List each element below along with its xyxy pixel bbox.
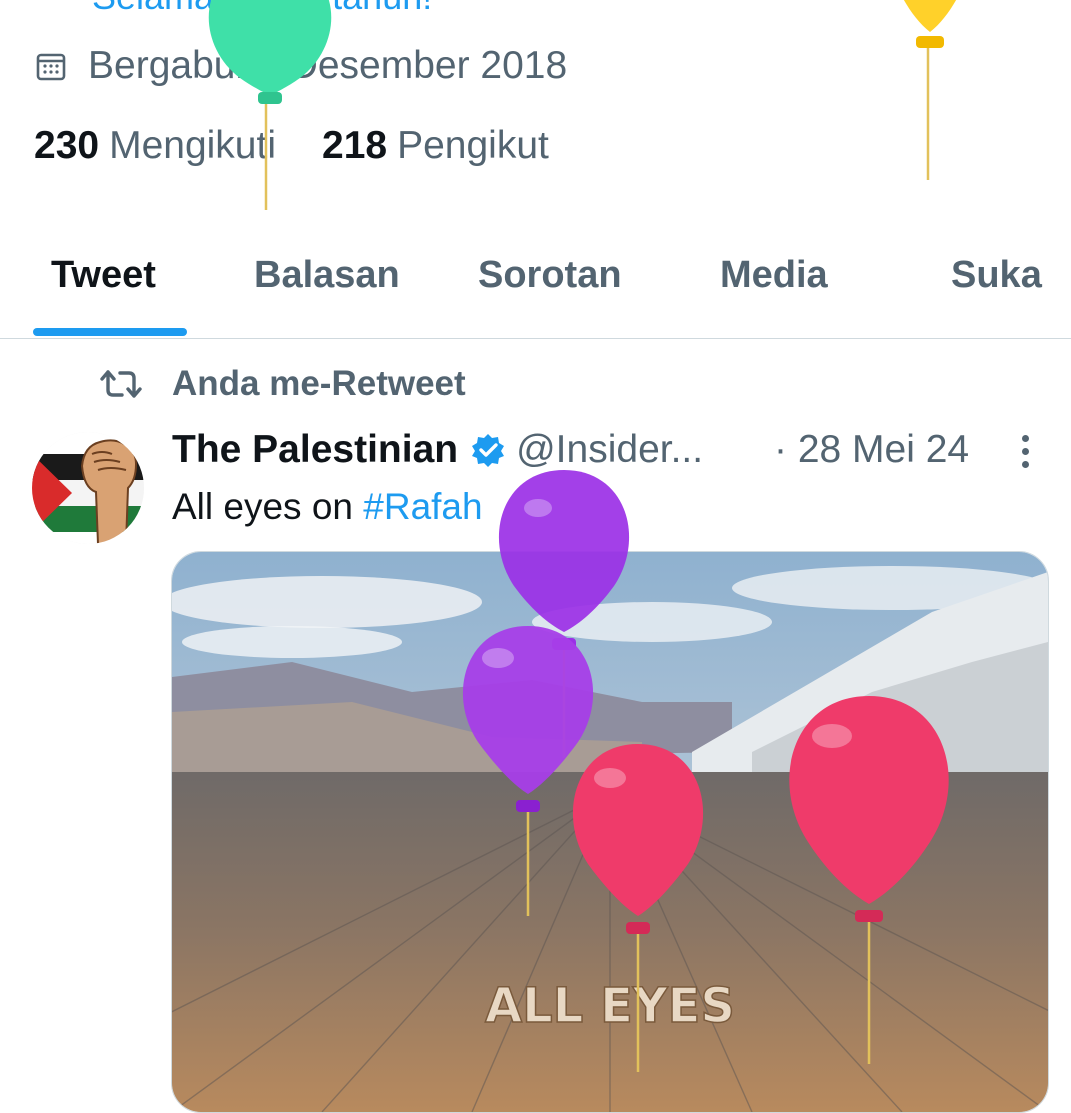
pink-balloon-icon [572,744,704,1072]
tab-media[interactable]: Media [720,254,828,297]
pink-balloon-large-icon [789,696,949,1064]
retweet-icon [100,370,142,398]
calendar-icon [36,53,66,81]
author-handle[interactable]: @Insider... [516,428,703,472]
green-balloon-icon [208,0,332,210]
hashtag-link[interactable]: #Rafah [363,486,482,527]
palestine-flag-fist-image [32,432,144,544]
yellow-balloon-icon [903,0,957,180]
retweet-context: Anda me-Retweet [100,364,466,404]
profile-tabs: Tweet Balasan Sorotan Media Suka [0,236,1071,339]
tweet-date[interactable]: · 28 Mei 24 [774,428,969,472]
more-options-icon[interactable] [1010,430,1040,470]
verified-badge-icon [472,434,505,467]
author-name[interactable]: The Palestinian [172,428,458,472]
tab-likes[interactable]: Suka [951,254,1042,297]
avatar[interactable] [32,432,144,544]
active-tab-indicator [33,328,187,336]
tab-highlights[interactable]: Sorotan [478,254,622,297]
followers-link[interactable]: 218 Pengikut [322,124,549,168]
following-count: 230 [34,124,100,167]
followers-label: Pengikut [397,124,549,167]
tweet-header: The Palestinian @Insider... [172,428,703,472]
retweet-label: Anda me-Retweet [172,364,466,403]
tweet-text: All eyes on #Rafah [172,486,483,528]
tab-tweet[interactable]: Tweet [51,254,156,297]
tweet-text-body: All eyes on [172,486,364,527]
tab-replies[interactable]: Balasan [254,254,400,297]
